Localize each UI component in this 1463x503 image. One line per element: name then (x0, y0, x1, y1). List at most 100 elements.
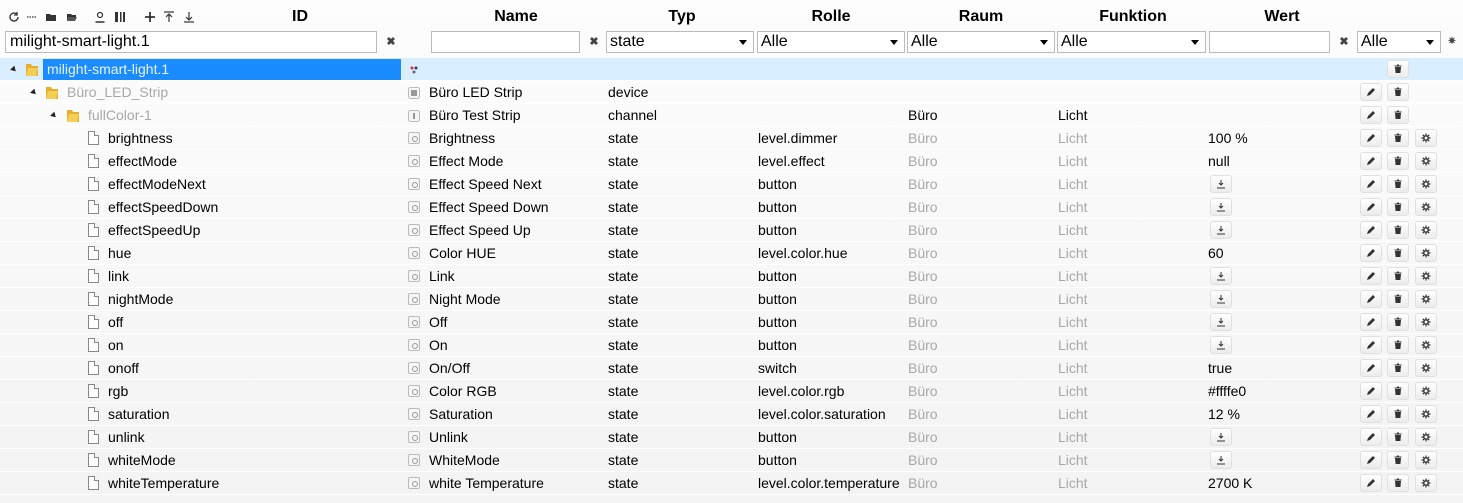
tree-id-state[interactable]: off (108, 311, 400, 334)
delete-button[interactable] (1387, 244, 1409, 262)
tree-id-state[interactable]: effectModeNext (108, 173, 400, 196)
column-header-wert[interactable]: Wert (1250, 8, 1314, 26)
tree-id-state[interactable]: whiteTemperature (108, 472, 400, 495)
table-row[interactable]: whiteMode WhiteMode state button Büro Li… (0, 449, 1463, 472)
edit-button[interactable] (1360, 336, 1382, 354)
delete-button[interactable] (1387, 198, 1409, 216)
wert-cell[interactable]: 60 (1208, 242, 1354, 265)
user-icon[interactable] (92, 9, 108, 25)
edit-button[interactable] (1360, 175, 1382, 193)
wert-cell[interactable]: #ffffe0 (1208, 380, 1354, 403)
wert-filter-input[interactable] (1209, 31, 1330, 53)
settings-button[interactable] (1415, 405, 1437, 423)
edit-button[interactable] (1360, 359, 1382, 377)
refresh-icon[interactable] (6, 9, 22, 25)
tree-id-state[interactable]: onoff (108, 357, 400, 380)
settings-button[interactable] (1415, 474, 1437, 492)
table-row[interactable]: saturation Saturation state level.color.… (0, 403, 1463, 426)
extra-filter-select[interactable]: Alle (1357, 31, 1441, 53)
table-row[interactable]: brightness Brightness state level.dimmer… (0, 127, 1463, 150)
settings-button[interactable] (1415, 290, 1437, 308)
column-header-funktion[interactable]: Funktion (1088, 8, 1178, 26)
settings-button[interactable] (1415, 221, 1437, 239)
settings-button[interactable] (1415, 451, 1437, 469)
trigger-button[interactable] (1210, 313, 1232, 331)
delete-button[interactable] (1387, 451, 1409, 469)
settings-button[interactable] (1415, 336, 1437, 354)
tree-id-state[interactable]: brightness (108, 127, 400, 150)
wert-cell[interactable]: true (1208, 357, 1354, 380)
table-row[interactable]: fullColor-1 Büro Test Strip channel Büro… (0, 104, 1463, 127)
edit-button[interactable] (1360, 382, 1382, 400)
table-row[interactable]: nightMode Night Mode state button Büro L… (0, 288, 1463, 311)
tree-id-state[interactable]: effectSpeedUp (108, 219, 400, 242)
delete-button[interactable] (1387, 428, 1409, 446)
expand-arrow-icon[interactable] (10, 65, 18, 74)
trigger-button[interactable] (1210, 175, 1232, 193)
tree-id-state[interactable]: effectMode (108, 150, 400, 173)
edit-button[interactable] (1360, 83, 1382, 101)
folder-open-icon[interactable] (64, 9, 80, 25)
clear-id-filter-icon[interactable]: ✖ (384, 34, 398, 48)
delete-button[interactable] (1387, 313, 1409, 331)
expand-arrow-icon[interactable] (30, 88, 38, 97)
edit-button[interactable] (1360, 405, 1382, 423)
tree-id-state[interactable]: saturation (108, 403, 400, 426)
tree-id-state[interactable]: unlink (108, 426, 400, 449)
table-row[interactable]: effectMode Effect Mode state level.effec… (0, 150, 1463, 173)
table-row[interactable]: hue Color HUE state level.color.hue Büro… (0, 242, 1463, 265)
tree-id-state[interactable]: rgb (108, 380, 400, 403)
delete-button[interactable] (1387, 60, 1409, 78)
upload-icon[interactable] (161, 9, 177, 25)
table-row[interactable]: onoff On/Off state switch Büro Licht tru… (0, 357, 1463, 380)
folder-closed-icon[interactable] (43, 9, 59, 25)
tree-id-state[interactable]: nightMode (108, 288, 400, 311)
delete-button[interactable] (1387, 405, 1409, 423)
tree-id-state[interactable]: whiteMode (108, 449, 400, 472)
column-header-rolle[interactable]: Rolle (798, 8, 864, 26)
column-header-name[interactable]: Name (480, 8, 552, 26)
settings-button[interactable] (1415, 267, 1437, 285)
tree-id-device[interactable]: Büro_LED_Strip (67, 81, 397, 104)
delete-button[interactable] (1387, 382, 1409, 400)
settings-gear-icon[interactable]: ✷ (1445, 34, 1459, 48)
table-row[interactable]: rgb Color RGB state level.color.rgb Büro… (0, 380, 1463, 403)
wert-cell[interactable]: 12 % (1208, 403, 1354, 426)
table-row[interactable]: whiteTemperature white Temperature state… (0, 472, 1463, 495)
trigger-button[interactable] (1210, 428, 1232, 446)
edit-button[interactable] (1360, 198, 1382, 216)
trigger-button[interactable] (1210, 221, 1232, 239)
edit-button[interactable] (1360, 221, 1382, 239)
table-row[interactable]: unlink Unlink state button Büro Licht (0, 426, 1463, 449)
edit-button[interactable] (1360, 428, 1382, 446)
settings-button[interactable] (1415, 428, 1437, 446)
add-icon[interactable] (142, 9, 158, 25)
name-filter-input[interactable] (431, 31, 580, 53)
delete-button[interactable] (1387, 106, 1409, 124)
delete-button[interactable] (1387, 221, 1409, 239)
tree-id-state[interactable]: on (108, 334, 400, 357)
delete-button[interactable] (1387, 152, 1409, 170)
column-header-raum[interactable]: Raum (946, 8, 1016, 26)
tree-id-root[interactable]: milight-smart-light.1 (43, 59, 401, 80)
delete-button[interactable] (1387, 83, 1409, 101)
table-row[interactable]: link Link state button Büro Licht (0, 265, 1463, 288)
id-filter-input[interactable] (5, 31, 377, 53)
raum-filter-select[interactable]: Alle (907, 31, 1055, 53)
trigger-button[interactable] (1210, 267, 1232, 285)
clear-name-filter-icon[interactable]: ✖ (587, 34, 601, 48)
rolle-filter-select[interactable]: Alle (757, 31, 905, 53)
edit-button[interactable] (1360, 313, 1382, 331)
expand-arrow-icon[interactable] (50, 111, 58, 120)
settings-button[interactable] (1415, 382, 1437, 400)
wert-cell[interactable]: 2700 K (1208, 472, 1354, 495)
edit-button[interactable] (1360, 152, 1382, 170)
wert-cell[interactable]: null (1208, 150, 1354, 173)
edit-button[interactable] (1360, 267, 1382, 285)
columns-icon[interactable] (112, 9, 128, 25)
table-row[interactable]: milight-smart-light.1 (0, 58, 1463, 81)
table-row[interactable]: effectModeNext Effect Speed Next state b… (0, 173, 1463, 196)
list-icon[interactable] (24, 9, 40, 25)
column-header-id[interactable]: ID (270, 8, 330, 26)
edit-button[interactable] (1360, 129, 1382, 147)
